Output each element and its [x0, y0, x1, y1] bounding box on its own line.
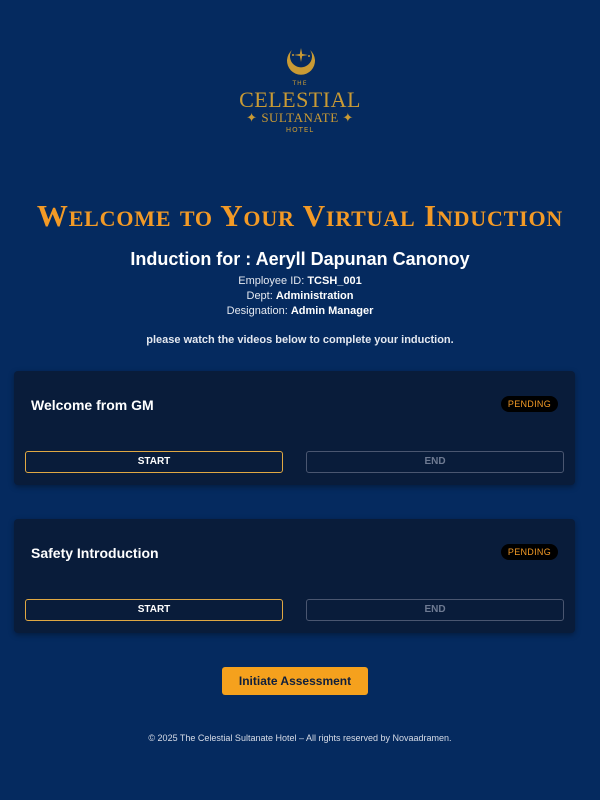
- instruction-text: please watch the videos below to complet…: [146, 334, 454, 346]
- logo-celestial-text: CELESTIAL: [239, 87, 361, 112]
- status-badge: PENDING: [500, 544, 558, 560]
- induction-page: THE CELESTIAL ✦ SULTANATE ✦ HOTEL Welcom…: [0, 0, 600, 800]
- employee-id-line: Employee ID: TCSH_001: [0, 275, 600, 287]
- employee-id-label: Employee ID:: [238, 275, 305, 287]
- logo-the-text: THE: [292, 80, 308, 87]
- dept-label: Dept:: [246, 290, 273, 302]
- video-title: Welcome from GM: [31, 397, 154, 413]
- video-card-safety: Safety Introduction PENDING START END: [14, 519, 575, 633]
- designation-value: Admin Manager: [290, 305, 374, 317]
- dept-line: Dept: Administration: [0, 290, 600, 302]
- hotel-logo: THE CELESTIAL ✦ SULTANATE ✦ HOTEL: [230, 42, 370, 138]
- employee-id-value: TCSH_001: [307, 275, 362, 287]
- status-badge: PENDING: [500, 396, 558, 412]
- initiate-assessment-button[interactable]: Initiate Assessment: [222, 667, 368, 695]
- video-card-welcome: Welcome from GM PENDING START END: [14, 371, 575, 485]
- logo-sultanate-text: ✦ SULTANATE ✦: [246, 110, 354, 125]
- logo-hotel-text: HOTEL: [285, 126, 315, 134]
- start-button[interactable]: START: [25, 599, 283, 621]
- designation-label: Designation:: [226, 305, 288, 317]
- designation-line: Designation: Admin Manager: [0, 305, 600, 317]
- induction-for-heading: Induction for : Aeryll Dapunan Canonoy: [130, 249, 470, 269]
- video-title: Safety Introduction: [31, 545, 159, 561]
- start-button[interactable]: START: [25, 451, 283, 473]
- end-button[interactable]: END: [306, 451, 564, 473]
- welcome-title: Welcome to Your Virtual Induction: [36, 198, 564, 233]
- dept-value: Administration: [275, 290, 354, 302]
- footer-copyright: © 2025 The Celestial Sultanate Hotel – A…: [148, 733, 452, 743]
- end-button[interactable]: END: [306, 599, 564, 621]
- crescent-star-icon: [287, 48, 315, 75]
